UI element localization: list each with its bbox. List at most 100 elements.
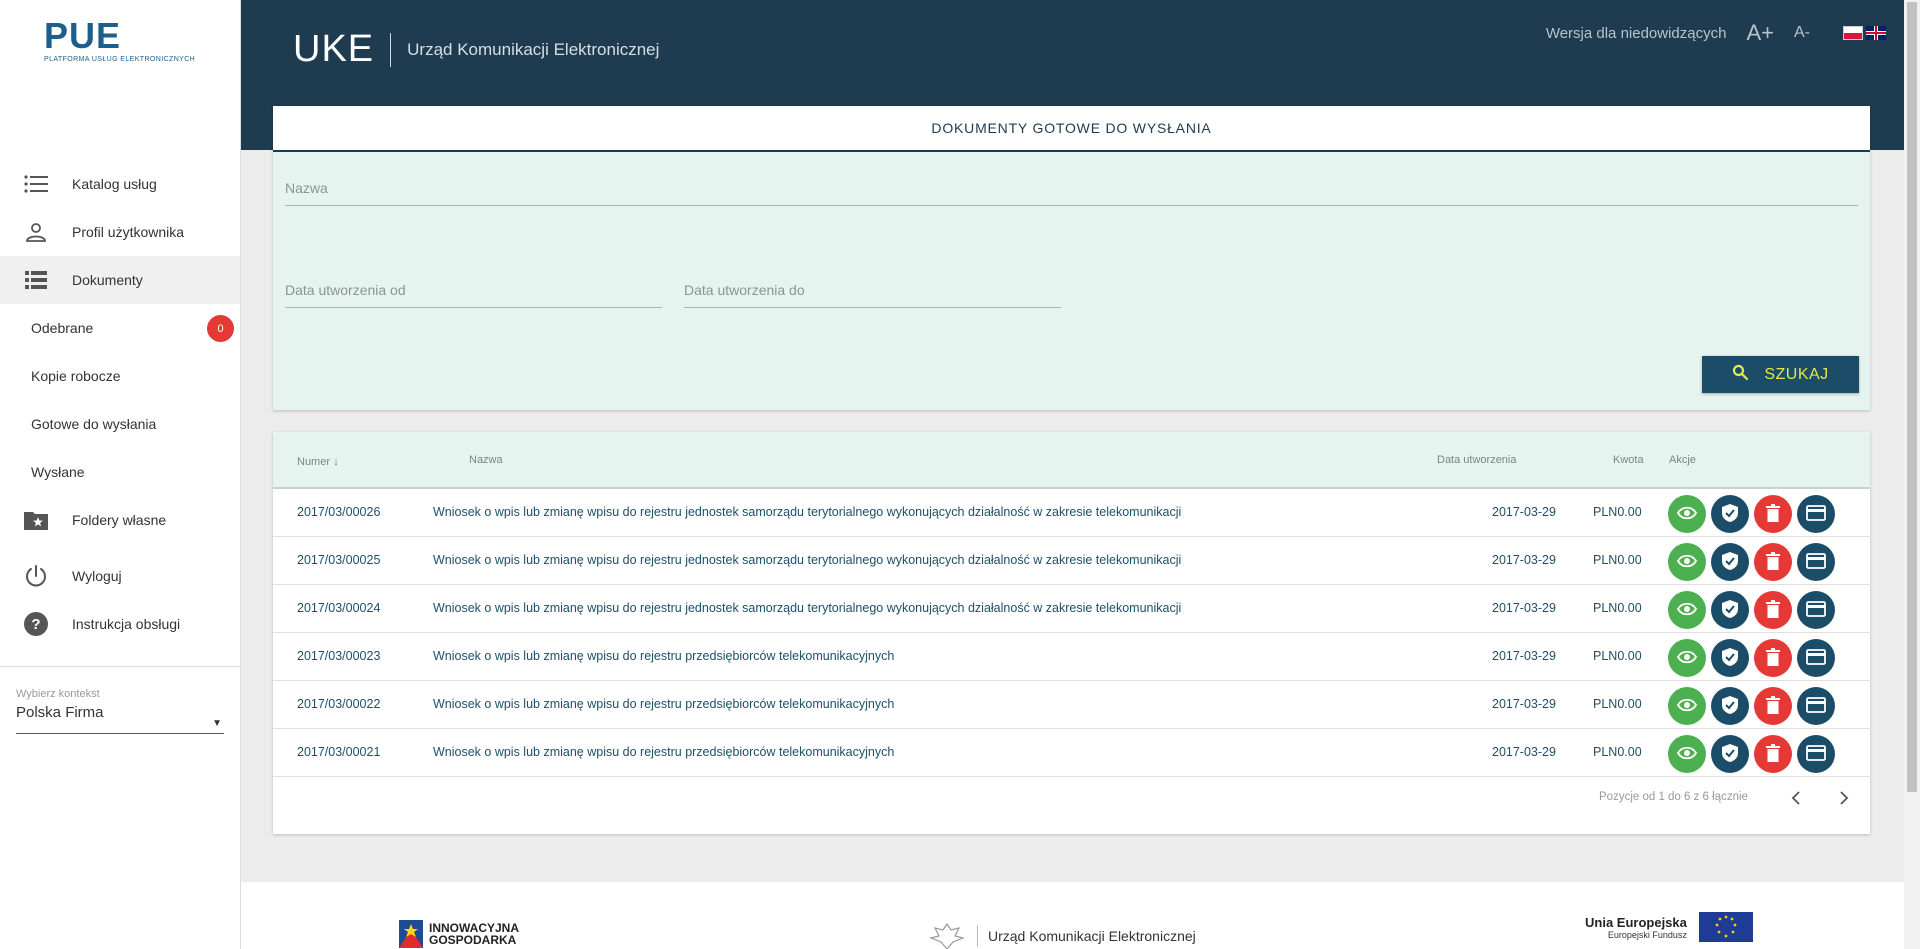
sidebar-item-folders[interactable]: Foldery własne [0, 496, 240, 544]
sidebar-item-ready[interactable]: Gotowe do wysłania [0, 400, 240, 448]
font-increase-button[interactable]: A+ [1746, 20, 1774, 46]
sign-button[interactable] [1711, 495, 1749, 533]
row-actions [1668, 495, 1840, 533]
table-row[interactable]: 2017/03/00021 Wniosek o wpis lub zmianę w… [273, 729, 1870, 777]
row-actions [1668, 687, 1840, 725]
search-button[interactable]: SZUKAJ [1702, 356, 1859, 393]
preview-button[interactable] [1668, 687, 1706, 725]
payment-button[interactable] [1797, 639, 1835, 677]
date-to-input[interactable] [684, 281, 1061, 298]
cell-number: 2017/03/00021 [297, 745, 381, 759]
sidebar-item-label: Wysłane [31, 464, 85, 480]
cell-number: 2017/03/00024 [297, 601, 381, 615]
power-icon [0, 564, 72, 588]
cell-number: 2017/03/00023 [297, 649, 381, 663]
documents-icon [0, 271, 72, 289]
payment-button[interactable] [1797, 495, 1835, 533]
pue-logo[interactable]: PUE PLATFORMA USŁUG ELEKTRONICZNYCH [44, 18, 196, 64]
payment-button[interactable] [1797, 591, 1835, 629]
filter-card: DOKUMENTY GOTOWE DO WYSŁANIA SZUKAJ [273, 106, 1870, 410]
sidebar-item-drafts[interactable]: Kopie robocze [0, 352, 240, 400]
svg-text:?: ? [31, 616, 40, 633]
chevron-left-icon[interactable] [1783, 785, 1809, 811]
credit-card-icon [1806, 696, 1826, 716]
delete-button[interactable] [1754, 639, 1792, 677]
delete-button[interactable] [1754, 735, 1792, 773]
delete-button[interactable] [1754, 591, 1792, 629]
delete-button[interactable] [1754, 495, 1792, 533]
cell-amount: PLN0.00 [1593, 553, 1642, 567]
cell-date: 2017-03-29 [1492, 745, 1556, 759]
sidebar: PUE PLATFORMA USŁUG ELEKTRONICZNYCH Kata… [0, 0, 241, 949]
cell-number: 2017/03/00026 [297, 505, 381, 519]
search-icon [1732, 364, 1749, 385]
header-date[interactable]: Data utworzenia [1437, 454, 1517, 466]
sidebar-item-sent[interactable]: Wysłane [0, 448, 240, 496]
logo-sub: PLATFORMA USŁUG ELEKTRONICZNYCH [44, 56, 196, 63]
trash-icon [1766, 647, 1780, 669]
table-row[interactable]: 2017/03/00023 Wniosek o wpis lub zmianę w… [273, 633, 1870, 681]
font-decrease-button[interactable]: A- [1794, 24, 1810, 42]
header-number[interactable]: Numer ↓ [297, 454, 339, 468]
date-from-field [285, 272, 662, 308]
cell-number: 2017/03/00022 [297, 697, 381, 711]
payment-button[interactable] [1797, 687, 1835, 725]
preview-button[interactable] [1668, 543, 1706, 581]
cell-amount: PLN0.00 [1593, 745, 1642, 759]
eagle-emblem-icon [929, 922, 965, 949]
preview-button[interactable] [1668, 735, 1706, 773]
payment-button[interactable] [1797, 543, 1835, 581]
scrollbar-thumb[interactable] [1907, 2, 1917, 792]
table-row[interactable]: 2017/03/00025 Wniosek o wpis lub zmianę w… [273, 537, 1870, 585]
sidebar-item-logout[interactable]: Wyloguj [0, 552, 240, 600]
sidebar-item-profile[interactable]: Profil użytkownika [0, 208, 240, 256]
sidebar-item-catalog[interactable]: Katalog usług [0, 160, 240, 208]
sidebar-item-documents[interactable]: Dokumenty [0, 256, 240, 304]
english-flag-icon[interactable] [1866, 26, 1886, 40]
cell-date: 2017-03-29 [1492, 505, 1556, 519]
table-row[interactable]: 2017/03/00026 Wniosek o wpis lub zmianę w… [273, 489, 1870, 537]
credit-card-icon [1806, 600, 1826, 620]
sign-button[interactable] [1711, 591, 1749, 629]
credit-card-icon [1806, 744, 1826, 764]
eu-logo: Unia Europejska Europejski Fundusz [1585, 912, 1753, 942]
page-scrollbar[interactable] [1904, 0, 1920, 949]
preview-button[interactable] [1668, 495, 1706, 533]
pagination: Pozycje od 1 do 6 z 6 łącznie [273, 775, 1870, 825]
sign-button[interactable] [1711, 639, 1749, 677]
cell-number: 2017/03/00025 [297, 553, 381, 567]
name-input[interactable] [285, 179, 1858, 196]
preview-button[interactable] [1668, 639, 1706, 677]
eye-icon [1676, 602, 1698, 619]
delete-button[interactable] [1754, 687, 1792, 725]
row-actions [1668, 735, 1840, 773]
cell-amount: PLN0.00 [1593, 697, 1642, 711]
trash-icon [1766, 743, 1780, 765]
polish-flag-icon[interactable] [1843, 26, 1863, 40]
sign-button[interactable] [1711, 543, 1749, 581]
table-row[interactable]: 2017/03/00024 Wniosek o wpis lub zmianę w… [273, 585, 1870, 633]
sign-button[interactable] [1711, 687, 1749, 725]
shield-check-icon [1721, 503, 1739, 526]
header-name[interactable]: Nazwa [469, 454, 503, 466]
table-row[interactable]: 2017/03/00022 Wniosek o wpis lub zmianę w… [273, 681, 1870, 729]
sign-button[interactable] [1711, 735, 1749, 773]
sidebar-item-label: Katalog usług [72, 176, 157, 192]
delete-button[interactable] [1754, 543, 1792, 581]
folder-star-icon [0, 510, 72, 530]
preview-button[interactable] [1668, 591, 1706, 629]
sidebar-item-received[interactable]: Odebrane 0 [0, 304, 240, 352]
sidebar-nav: Katalog usług Profil użytkownika Dokumen… [0, 160, 240, 648]
cell-date: 2017-03-29 [1492, 697, 1556, 711]
accessibility-link[interactable]: Wersja dla niedowidzących [1546, 25, 1727, 42]
payment-button[interactable] [1797, 735, 1835, 773]
date-from-input[interactable] [285, 281, 662, 298]
context-select[interactable]: Polska Firma ▼ [16, 704, 224, 734]
uke-logo[interactable]: UKE Urząd Komunikacji Elektronicznej [293, 28, 659, 71]
header-amount[interactable]: Kwota [1613, 454, 1644, 466]
context-selector: Wybierz kontekst Polska Firma ▼ [16, 688, 224, 734]
eye-icon [1676, 698, 1698, 715]
chevron-right-icon[interactable] [1831, 785, 1857, 811]
sidebar-item-help[interactable]: ? Instrukcja obsługi [0, 600, 240, 648]
sidebar-item-label: Wyloguj [72, 568, 122, 584]
